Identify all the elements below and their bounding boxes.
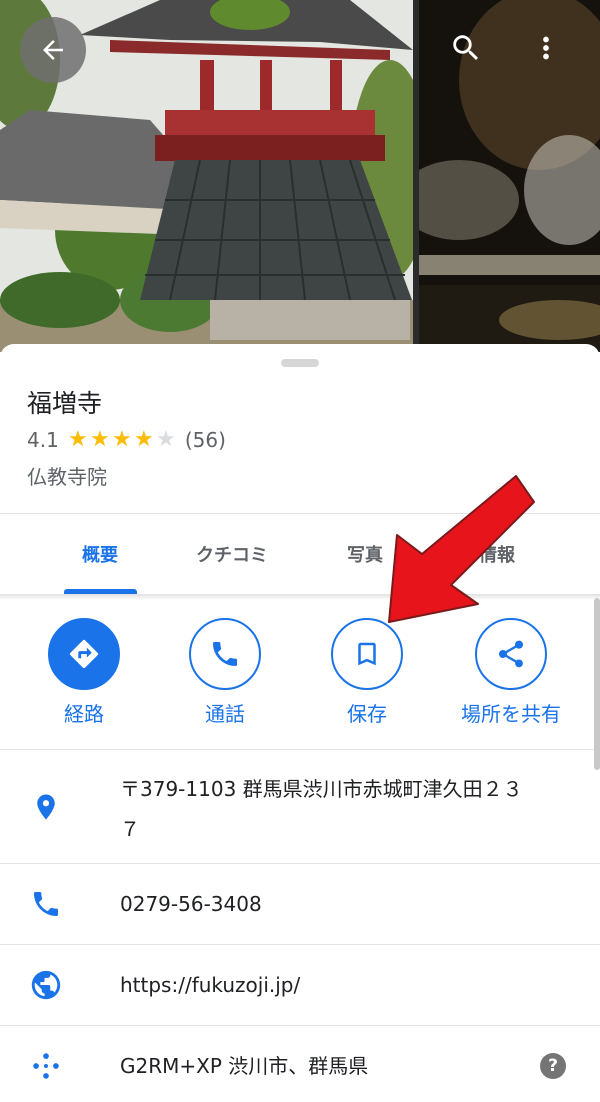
place-title: 福増寺	[27, 389, 103, 418]
arrow-back-icon	[43, 40, 63, 60]
location-pin-icon	[26, 787, 66, 827]
plus-code-row[interactable]: G2RM+XP 渋川市、群馬県 ?	[0, 1026, 600, 1102]
call-label: 通話	[205, 702, 245, 726]
phone-icon	[213, 642, 237, 666]
star-icon: ★	[67, 427, 88, 452]
directions-button-circle[interactable]	[48, 618, 120, 690]
website-link[interactable]: https://fukuzoji.jp/	[120, 965, 300, 1005]
star-icon: ★	[111, 427, 132, 452]
directions-button[interactable]: 経路	[14, 618, 154, 728]
place-sheet: 福増寺 4.1 ★ ★ ★ ★ ★ (56) 仏教寺院 概要 クチコミ 写真 情…	[0, 344, 600, 1102]
plus-code-text: G2RM+XP 渋川市、群馬県	[120, 1054, 369, 1078]
tab-photos[interactable]: 写真	[320, 514, 410, 594]
plus-code-icon	[26, 1046, 66, 1086]
call-button-circle[interactable]	[189, 618, 261, 690]
tab-reviews[interactable]: クチコミ	[172, 514, 292, 594]
tab-overview[interactable]: 概要	[50, 514, 150, 594]
save-label: 保存	[347, 702, 387, 726]
address-line-1: 〒379-1103 群馬県渋川市赤城町津久田２３	[120, 777, 523, 801]
scrollbar[interactable]	[594, 598, 600, 770]
directions-icon	[69, 639, 99, 669]
tab-about[interactable]: 情報	[452, 514, 542, 594]
star-icon: ★	[89, 427, 110, 452]
address-line-2: ７	[120, 817, 140, 841]
phone-row[interactable]: 0279-56-3408	[0, 864, 600, 944]
phone-icon	[26, 884, 66, 924]
call-button[interactable]: 通話	[155, 618, 295, 728]
tab-shadow	[0, 594, 600, 600]
place-category: 仏教寺院	[27, 465, 107, 489]
back-button[interactable]	[20, 17, 86, 83]
share-icon	[499, 640, 523, 668]
share-button[interactable]: 場所を共有	[441, 618, 581, 728]
star-rating: ★ ★ ★ ★ ★	[67, 429, 177, 451]
rating-value: 4.1	[27, 428, 59, 452]
more-vert-icon	[543, 36, 549, 60]
search-icon	[453, 35, 479, 61]
divider	[0, 749, 600, 750]
share-label: 場所を共有	[461, 702, 561, 726]
website-row[interactable]: https://fukuzoji.jp/	[0, 945, 600, 1025]
review-count: (56)	[184, 428, 226, 452]
search-button[interactable]	[444, 26, 488, 70]
tab-bar: 概要 クチコミ 写真 情報	[0, 514, 600, 594]
photo-header	[0, 0, 600, 352]
bookmark-icon	[358, 642, 376, 666]
share-button-circle[interactable]	[475, 618, 547, 690]
drag-handle[interactable]	[281, 359, 319, 367]
help-icon[interactable]: ?	[540, 1053, 566, 1079]
more-options-button[interactable]	[524, 26, 568, 70]
star-empty-icon: ★	[155, 427, 176, 452]
directions-label: 経路	[64, 702, 104, 726]
address-row[interactable]: 〒379-1103 群馬県渋川市赤城町津久田２３ ７	[0, 769, 600, 863]
save-button-circle[interactable]	[331, 618, 403, 690]
globe-icon	[26, 965, 66, 1005]
phone-number: 0279-56-3408	[120, 892, 262, 916]
star-icon: ★	[133, 427, 154, 452]
save-button[interactable]: 保存	[297, 618, 437, 728]
rating-row[interactable]: 4.1 ★ ★ ★ ★ ★ (56)	[27, 428, 226, 452]
